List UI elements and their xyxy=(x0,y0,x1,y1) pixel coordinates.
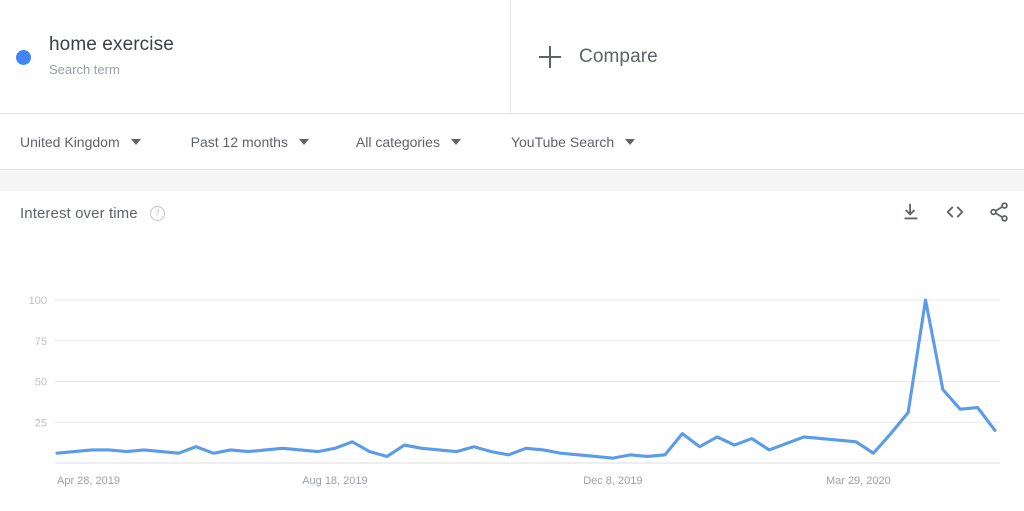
filters-bar: United Kingdom Past 12 months All catego… xyxy=(0,114,1024,170)
chevron-down-icon xyxy=(130,138,141,145)
svg-text:Aug 18, 2019: Aug 18, 2019 xyxy=(302,475,367,487)
svg-text:25: 25 xyxy=(35,417,47,429)
filter-location-label: United Kingdom xyxy=(20,133,120,150)
filter-location[interactable]: United Kingdom xyxy=(20,134,141,150)
term-subtitle: Search term xyxy=(49,62,120,77)
section-divider-band xyxy=(0,171,1024,191)
chart-svg: 100 75 50 25 Apr 28, 2019 Aug 18, 2019 Dec 8,… xyxy=(29,295,1000,487)
svg-text:100: 100 xyxy=(29,295,47,307)
svg-text:Apr 28, 2019: Apr 28, 2019 xyxy=(57,475,120,487)
interest-over-time-chart: 100 75 50 25 Apr 28, 2019 Aug 18, 2019 Dec 8,… xyxy=(0,191,1024,511)
filter-category[interactable]: All categories xyxy=(356,134,461,150)
compare-button[interactable]: Compare xyxy=(511,0,1024,113)
chevron-down-icon xyxy=(298,138,309,145)
filter-time-range[interactable]: Past 12 months xyxy=(191,134,309,150)
filter-time-range-label: Past 12 months xyxy=(190,133,288,150)
search-terms-row: home exercise Search term Compare xyxy=(0,0,1024,114)
term-title: home exercise xyxy=(49,34,174,55)
term-color-dot xyxy=(16,50,31,65)
chart-gridlines xyxy=(55,299,1000,464)
chart-y-axis-labels: 100 75 50 25 xyxy=(29,295,47,429)
compare-label: Compare xyxy=(579,45,658,67)
filter-category-label: All categories xyxy=(355,133,440,150)
chevron-down-icon xyxy=(450,138,461,145)
filter-search-type-label: YouTube Search xyxy=(510,133,615,150)
plus-icon xyxy=(539,45,561,68)
chevron-down-icon xyxy=(625,138,636,145)
google-trends-page: home exercise Search term Compare United… xyxy=(0,0,1024,511)
filter-search-type[interactable]: YouTube Search xyxy=(510,133,636,150)
series-line-home-exercise xyxy=(55,298,997,460)
interest-over-time-card: Interest over time ? 100 75 50 25 Apr 28… xyxy=(0,191,1024,511)
chart-x-axis-labels: Apr 28, 2019 Aug 18, 2019 Dec 8, 2019 Mar 2… xyxy=(57,475,891,487)
svg-text:Mar 29, 2020: Mar 29, 2020 xyxy=(826,475,891,487)
svg-text:75: 75 xyxy=(35,336,47,348)
svg-text:50: 50 xyxy=(35,377,47,389)
svg-text:Dec 8, 2019: Dec 8, 2019 xyxy=(583,475,642,487)
search-term-card[interactable]: home exercise Search term xyxy=(0,0,511,113)
